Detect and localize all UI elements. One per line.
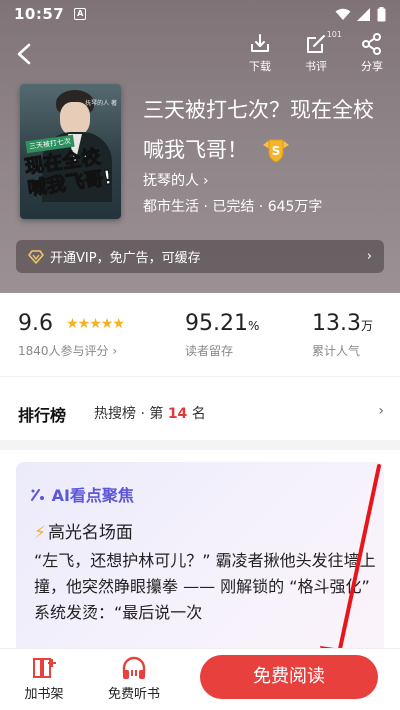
ranking-list-name: 热搜榜 [94, 406, 136, 422]
review-count: 101 [326, 30, 342, 39]
chevron-right-icon: › [378, 403, 384, 419]
free-listen-button[interactable]: 免费听书 [99, 655, 169, 702]
ai-highlights-card[interactable]: AI看点聚焦 ⚡ 高光名场面 “左飞，还想护林可儿？” 霸凌者揪他头发往墙上撞，他… [16, 462, 384, 662]
headphones-icon [122, 656, 146, 679]
bolt-icon: ⚡ [34, 523, 46, 543]
rating-caption: 1840人参与评分 › [18, 344, 118, 358]
book-cover[interactable]: 抚琴的人 著 三天被打七次 现在全校喊我飞哥! [20, 84, 121, 219]
share-label: 分享 [361, 60, 383, 73]
ai-card-header: AI看点聚焦 [30, 482, 134, 506]
free-listen-label: 免费听书 [107, 687, 160, 702]
status-icons [335, 6, 386, 22]
add-shelf-label: 加书架 [24, 687, 64, 702]
download-button[interactable]: 下载 [238, 32, 282, 78]
vip-promo-text: 开通VIP，免广告，可缓存 [50, 251, 201, 266]
notification-badge: A [74, 8, 87, 20]
book-title: 三天被打七次？现在全校喊我飞哥！ [143, 98, 374, 162]
stats-section: 9.6 ★★★★★ 1840人参与评分 › 95.21% 读者留存 13.3万 … [0, 293, 400, 376]
cover-author: 抚琴的人 著 [85, 100, 117, 107]
ai-spark-icon [31, 489, 44, 501]
signal-icon [357, 7, 370, 21]
bottom-action-bar: 加书架 免费听书 免费阅读 [0, 648, 400, 710]
star-icon: ★ [112, 316, 125, 332]
star-icon: ★ [89, 316, 102, 332]
section-gap [0, 440, 400, 450]
star-icon: ★ [66, 316, 79, 332]
add-to-shelf-button[interactable]: 加书架 [9, 655, 79, 702]
retention-value: 95.21 [185, 311, 248, 336]
vip-emblem-icon: S [261, 136, 291, 163]
rating-stars: ★★★★★ [66, 313, 125, 332]
back-button[interactable] [10, 38, 40, 70]
ranking-title: 排行榜 [18, 406, 67, 425]
popularity-unit: 万 [360, 319, 373, 333]
star-icon: ★ [77, 316, 91, 332]
chevron-right-icon: › [366, 249, 372, 264]
divider [0, 376, 400, 377]
battery-icon [377, 6, 386, 21]
author-chevron-icon: › [203, 173, 209, 189]
status-bar: 10:57 A [0, 0, 400, 28]
ai-card-quote: “左飞，还想护林可儿？” 霸凌者揪他头发往墙上撞，他突然睁眼攥拳 —— 刚解锁的… [34, 551, 376, 622]
vip-promo-bar[interactable]: 开通VIP，免广告，可缓存 › [16, 240, 384, 273]
back-icon [17, 43, 31, 65]
ranking-suffix: 名 [191, 406, 206, 422]
ai-card-subtitle-row: ⚡ 高光名场面 [34, 518, 133, 543]
review-icon [307, 35, 325, 53]
author-link[interactable]: 抚琴的人 › [143, 170, 209, 190]
popularity-value: 13.3 [312, 311, 361, 336]
ai-card-title: AI看点聚焦 [51, 486, 134, 505]
free-read-button[interactable]: 免费阅读 [200, 655, 378, 699]
ranking-prefix: · 第 [140, 406, 164, 422]
star-icon: ★ [100, 316, 114, 332]
popularity-stat: 13.3万 累计人气 [312, 311, 373, 359]
book-meta: 都市生活 · 已完结 · 645万字 [143, 199, 323, 215]
ranking-row[interactable]: 排行榜 热搜榜 · 第 14 名 › [0, 384, 400, 434]
review-button[interactable]: 101 书评 [294, 30, 342, 78]
ai-card-subtitle: 高光名场面 [47, 523, 133, 543]
retention-unit: % [247, 319, 260, 333]
book-title-block: 三天被打七次？现在全校喊我飞哥！ S [143, 90, 383, 170]
ranking-detail: 热搜榜 · 第 14 名 [94, 403, 206, 423]
share-icon [362, 33, 381, 55]
popularity-caption: 累计人气 [312, 344, 361, 358]
wifi-icon [335, 8, 351, 20]
top-bar: 下载 101 书评 分享 [0, 30, 400, 78]
author-name: 抚琴的人 [143, 173, 199, 189]
svg-text:S: S [271, 144, 280, 158]
status-time: 10:57 [14, 5, 65, 23]
retention-stat: 95.21% 读者留存 [185, 311, 259, 359]
rating-value: 9.6 [18, 311, 53, 336]
bookshelf-add-icon [33, 658, 56, 678]
retention-caption: 读者留存 [185, 344, 234, 358]
rating-stat[interactable]: 9.6 ★★★★★ 1840人参与评分 › [18, 311, 125, 359]
vip-diamond-icon [28, 249, 44, 264]
share-button[interactable]: 分享 [350, 32, 394, 78]
download-icon [251, 34, 269, 52]
review-label: 书评 [305, 60, 327, 73]
download-label: 下载 [249, 60, 271, 73]
ranking-position: 14 [167, 406, 188, 422]
